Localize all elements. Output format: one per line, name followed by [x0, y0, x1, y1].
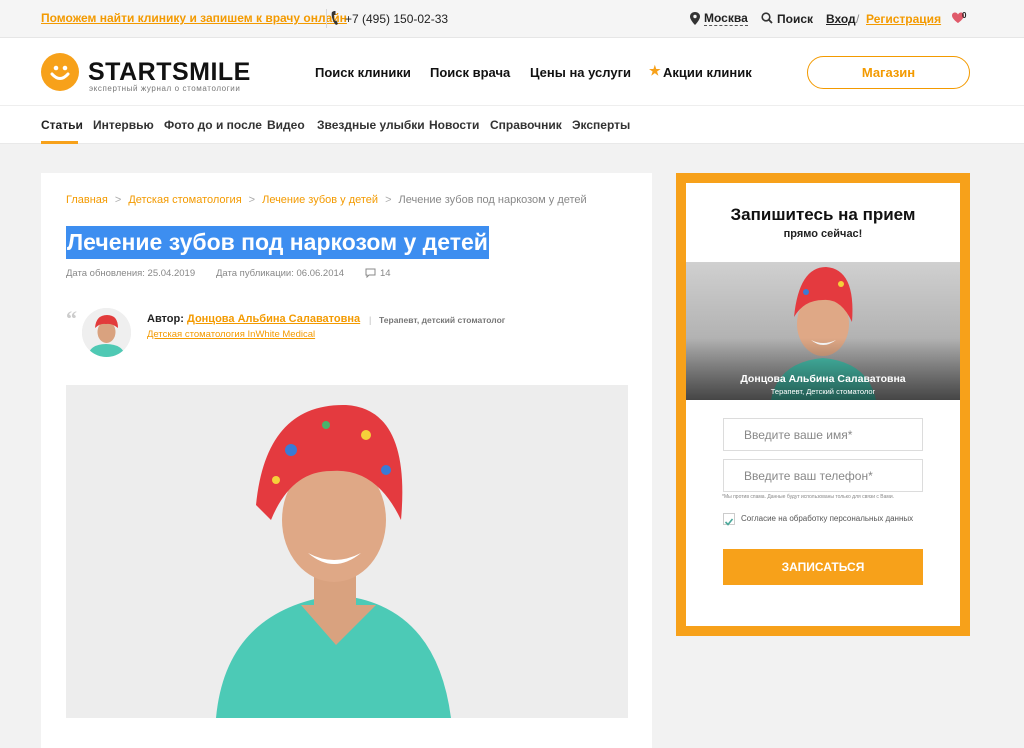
- star-icon: ★: [649, 63, 661, 78]
- name-field[interactable]: [723, 418, 923, 451]
- login-separator: /: [856, 12, 860, 26]
- chevron-right-icon: >: [114, 194, 122, 206]
- tab-reference[interactable]: Справочник: [490, 118, 562, 132]
- breadcrumb-home[interactable]: Главная: [66, 194, 108, 206]
- comment-icon[interactable]: [365, 268, 376, 278]
- nav-promotions[interactable]: Акции клиник: [663, 65, 752, 80]
- submit-booking-button[interactable]: ЗАПИСАТЬСЯ: [723, 549, 923, 585]
- tab-before-after[interactable]: Фото до и после: [164, 118, 262, 132]
- logo-smiley-icon[interactable]: [41, 53, 79, 91]
- shop-button[interactable]: Магазин: [807, 56, 970, 89]
- tab-star-smiles[interactable]: Звездные улыбки: [317, 118, 425, 132]
- logo-wordmark[interactable]: STARTSMILE: [88, 58, 251, 87]
- phone-number[interactable]: +7 (495) 150-02-33: [345, 12, 448, 26]
- nav-find-clinic[interactable]: Поиск клиники: [315, 65, 411, 80]
- location-pin-icon: [690, 12, 700, 25]
- site-header: STARTSMILE экспертный журнал о стоматоло…: [0, 38, 1024, 106]
- author-clinic-link[interactable]: Детская стоматология InWhite Medical: [147, 329, 315, 340]
- author-name-link[interactable]: Донцова Альбина Салаватовна: [187, 313, 360, 325]
- login-link[interactable]: Вход: [826, 12, 856, 26]
- booking-title: Запишитесь на прием: [730, 205, 916, 224]
- author-separator: |: [369, 315, 372, 325]
- doctor-role: Терапевт, Детский стоматолог: [770, 387, 876, 396]
- author-role: Терапевт, детский стоматолог: [379, 315, 506, 325]
- breadcrumb-pediatric[interactable]: Детская стоматология: [128, 194, 241, 206]
- author-avatar[interactable]: [82, 308, 131, 357]
- author-prefix: Автор:: [147, 313, 184, 325]
- breadcrumb-kids-treatment[interactable]: Лечение зубов у детей: [262, 194, 378, 206]
- phone-icon: [331, 11, 338, 25]
- tab-news[interactable]: Новости: [429, 118, 479, 132]
- divider: [326, 9, 327, 28]
- nav-prices[interactable]: Цены на услуги: [530, 65, 631, 80]
- booking-subtitle: прямо сейчас!: [783, 228, 863, 240]
- nav-find-doctor[interactable]: Поиск врача: [430, 65, 510, 80]
- updated-date: Дата обновления: 25.04.2019: [66, 268, 196, 279]
- quote-mark-icon: “: [66, 306, 77, 331]
- comment-count[interactable]: 14: [380, 268, 391, 279]
- consent-label[interactable]: Согласие на обработку персональных данны…: [741, 514, 913, 523]
- chevron-right-icon: >: [385, 194, 392, 206]
- search-link[interactable]: Поиск: [777, 12, 813, 26]
- published-date: Дата публикации: 06.06.2014: [216, 268, 345, 279]
- promo-link[interactable]: Поможем найти клинику и запишем к врачу …: [41, 11, 347, 25]
- page-title: Лечение зубов под наркозом у детей: [66, 226, 489, 259]
- top-bar: Поможем найти клинику и запишем к врачу …: [0, 0, 1024, 38]
- breadcrumb: Главная > Детская стоматология > Лечение зуб…: [66, 194, 587, 206]
- breadcrumb-current: Лечение зубов под наркозом у детей: [398, 194, 587, 206]
- checkmark-icon: [724, 518, 734, 526]
- favorites-count: 0: [962, 11, 967, 20]
- phone-field[interactable]: [723, 459, 923, 492]
- tab-interviews[interactable]: Интервью: [93, 118, 154, 132]
- chevron-right-icon: >: [248, 194, 256, 206]
- tab-articles[interactable]: Статьи: [41, 118, 83, 132]
- booking-widget: Запишитесь на прием прямо сейчас! Донцов…: [676, 173, 970, 636]
- section-tabs: Статьи Интервью Фото до и после Видео Зв…: [0, 106, 1024, 144]
- doctor-name: Донцова Альбина Салаватовна: [740, 373, 906, 385]
- register-link[interactable]: Регистрация: [866, 12, 941, 26]
- article-card: Главная > Детская стоматология > Лечение зуб…: [41, 173, 652, 748]
- privacy-note: *Мы против спама. Данные будут использов…: [722, 494, 895, 500]
- tab-video[interactable]: Видео: [267, 118, 305, 132]
- logo-tagline: экспертный журнал о стоматологии: [89, 84, 241, 93]
- tab-experts[interactable]: Эксперты: [572, 118, 630, 132]
- consent-checkbox[interactable]: [723, 513, 735, 526]
- article-hero-image: [66, 385, 628, 718]
- active-tab-indicator: [41, 141, 78, 144]
- author-line: Автор: Донцова Альбина Салаватовна: [147, 313, 360, 325]
- search-icon[interactable]: [761, 12, 773, 24]
- city-selector[interactable]: Москва: [704, 12, 748, 26]
